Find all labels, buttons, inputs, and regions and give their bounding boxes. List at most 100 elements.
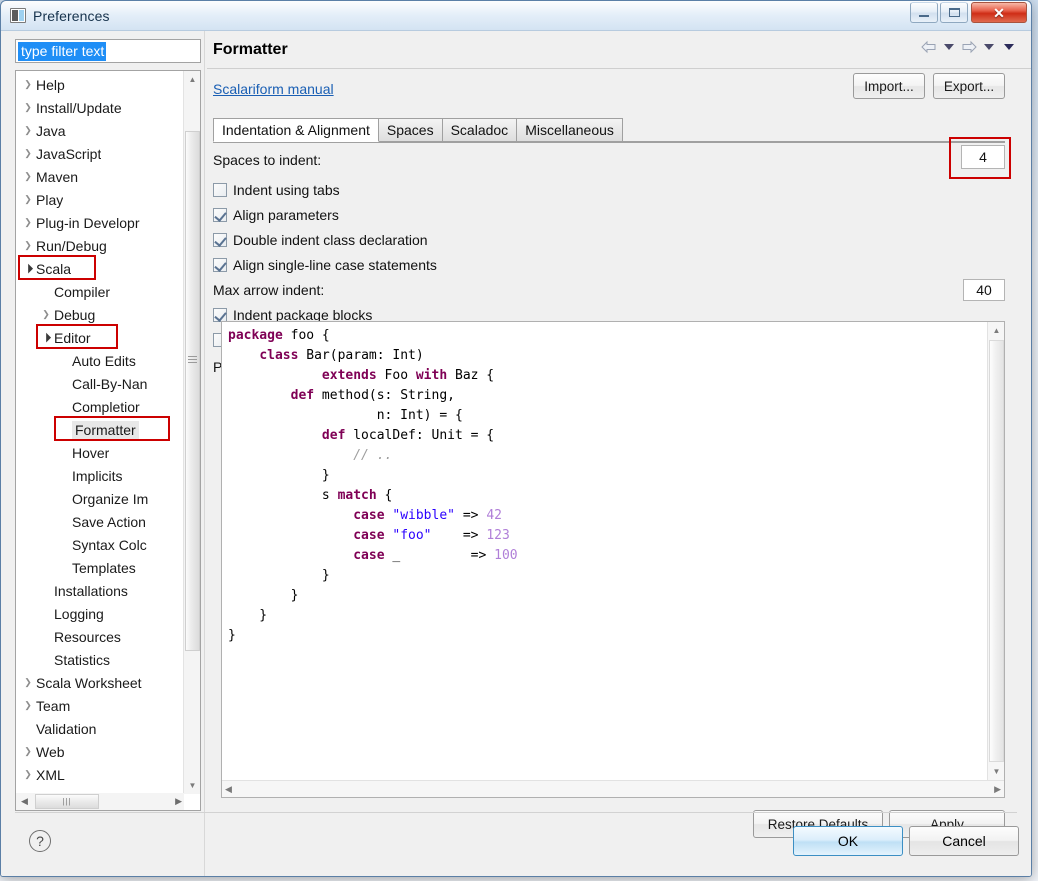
tree-hscroll-thumb[interactable]: |||: [35, 794, 99, 809]
scroll-left-icon[interactable]: ◀: [16, 796, 33, 807]
tree-item-organize-im[interactable]: Organize Im: [16, 487, 184, 510]
chevron-right-icon[interactable]: ❯: [22, 677, 34, 688]
forward-history-chevron-down-icon[interactable]: [984, 44, 994, 50]
tree-item-help[interactable]: ❯ Help: [16, 73, 184, 96]
tree-item-install-update[interactable]: ❯ Install/Update: [16, 96, 184, 119]
filter-input[interactable]: type filter text: [15, 39, 201, 63]
chevron-right-icon[interactable]: ❯: [22, 102, 34, 113]
tree-item-editor[interactable]: ◢ Editor: [16, 326, 184, 349]
tree-item-completior[interactable]: Completior: [16, 395, 184, 418]
checkbox-indent-using-tabs[interactable]: [213, 182, 227, 197]
checkbox-align-parameters[interactable]: [213, 207, 227, 222]
import-button[interactable]: Import...: [853, 73, 925, 99]
tab-indentation-alignment[interactable]: Indentation & Alignment: [213, 118, 379, 142]
tree-item-label: Implicits: [72, 467, 123, 484]
tree-item-save-action[interactable]: Save Action: [16, 510, 184, 533]
tree-item-templates[interactable]: Templates: [16, 556, 184, 579]
chevron-right-icon[interactable]: ❯: [22, 125, 34, 136]
page-header: Formatter: [207, 31, 1031, 69]
chevron-right-icon[interactable]: ❯: [22, 79, 34, 90]
preferences-dialog: Preferences ✕ type filter text ❯ Help ❯ Ins…: [0, 0, 1032, 877]
tree-item-debug[interactable]: ❯ Debug: [16, 303, 184, 326]
checkbox-row-indent-using-tabs[interactable]: Indent using tabs: [213, 177, 1005, 202]
view-menu-chevron-down-icon[interactable]: [1004, 44, 1014, 50]
tree-item-syntax-colc[interactable]: Syntax Colc: [16, 533, 184, 556]
chevron-down-icon[interactable]: ◢: [20, 260, 36, 276]
tree-item-label: Resources: [54, 628, 121, 645]
preview-scroll-down-icon[interactable]: ▼: [988, 763, 1004, 780]
preview-vertical-scrollbar[interactable]: ▲ ▼: [987, 322, 1004, 780]
checkbox-double-indent-class-declaration[interactable]: [213, 232, 227, 247]
tree-vertical-scrollbar[interactable]: ▲ ▼: [183, 71, 200, 794]
checkbox-indent-package-blocks[interactable]: [213, 307, 227, 322]
preview-scroll-right-icon[interactable]: ▶: [994, 784, 1001, 795]
tree-horizontal-scrollbar[interactable]: ◀ ||| ▶: [16, 793, 184, 810]
scroll-right-icon[interactable]: ▶: [175, 796, 182, 807]
tree-item-compiler[interactable]: Compiler: [16, 280, 184, 303]
export-button[interactable]: Export...: [933, 73, 1005, 99]
close-button[interactable]: ✕: [971, 2, 1027, 23]
tree-scroll-thumb[interactable]: [185, 131, 200, 651]
preview-scroll-up-icon[interactable]: ▲: [988, 322, 1004, 339]
scroll-down-icon[interactable]: ▼: [184, 777, 200, 794]
tab-miscellaneous[interactable]: Miscellaneous: [516, 118, 623, 142]
tree-item-plug-in-developr[interactable]: ❯ Plug-in Developr: [16, 211, 184, 234]
tree-item-validation[interactable]: Validation: [16, 717, 184, 740]
number-input-spaces-to-indent[interactable]: 4: [961, 145, 1005, 169]
checkbox-row-double-indent-class-declaration[interactable]: Double indent class declaration: [213, 227, 1005, 252]
checkbox-row-align-parameters[interactable]: Align parameters: [213, 202, 1005, 227]
checkbox-label: Align single-line case statements: [233, 256, 437, 273]
tree-item-scala[interactable]: ◢ Scala: [16, 257, 184, 280]
preview-horizontal-scrollbar[interactable]: ◀ ▶: [222, 780, 1004, 797]
tree-item-resources[interactable]: Resources: [16, 625, 184, 648]
tree-item-run-debug[interactable]: ❯ Run/Debug: [16, 234, 184, 257]
forward-arrow-icon[interactable]: [961, 40, 977, 54]
chevron-right-icon[interactable]: ❯: [22, 700, 34, 711]
chevron-right-icon[interactable]: ❯: [22, 240, 34, 251]
tree-item-maven[interactable]: ❯ Maven: [16, 165, 184, 188]
scroll-up-icon[interactable]: ▲: [184, 71, 200, 88]
tree-item-xml[interactable]: ❯ XML: [16, 763, 184, 786]
checkbox-row-align-single-line-case-statements[interactable]: Align single-line case statements: [213, 252, 1005, 277]
maximize-button[interactable]: [940, 2, 968, 23]
help-button[interactable]: ?: [29, 830, 51, 852]
tree-item-java[interactable]: ❯ Java: [16, 119, 184, 142]
chevron-down-icon[interactable]: ◢: [38, 329, 54, 345]
back-arrow-icon[interactable]: [921, 40, 937, 54]
scalariform-manual-link[interactable]: Scalariform manual: [213, 81, 334, 97]
tree-item-hover[interactable]: Hover: [16, 441, 184, 464]
preview-scroll-left-icon[interactable]: ◀: [225, 784, 232, 795]
tree-item-javascript[interactable]: ❯ JavaScript: [16, 142, 184, 165]
chevron-right-icon[interactable]: ❯: [22, 148, 34, 159]
checkbox-align-single-line-case-statements[interactable]: [213, 257, 227, 272]
tree-item-auto-edits[interactable]: Auto Edits: [16, 349, 184, 372]
minimize-button[interactable]: [910, 2, 938, 23]
chevron-right-icon[interactable]: ❯: [22, 217, 34, 228]
tree-item-web[interactable]: ❯ Web: [16, 740, 184, 763]
chevron-right-icon[interactable]: ❯: [22, 194, 34, 205]
tab-spaces[interactable]: Spaces: [377, 118, 443, 142]
ok-button[interactable]: OK: [793, 826, 903, 856]
number-input-max-arrow-indent[interactable]: 40: [963, 279, 1005, 301]
chevron-right-icon[interactable]: ❯: [22, 769, 34, 780]
tree-item-call-by-nan[interactable]: Call-By-Nan: [16, 372, 184, 395]
tree-item-statistics[interactable]: Statistics: [16, 648, 184, 671]
tree-item-logging[interactable]: Logging: [16, 602, 184, 625]
chevron-right-icon[interactable]: ❯: [40, 309, 52, 320]
tab-scaladoc[interactable]: Scaladoc: [441, 118, 518, 142]
dialog-titlebar: Preferences ✕: [1, 1, 1031, 31]
tree-item-team[interactable]: ❯ Team: [16, 694, 184, 717]
chevron-right-icon[interactable]: ❯: [22, 746, 34, 757]
cancel-button[interactable]: Cancel: [909, 826, 1019, 856]
back-history-chevron-down-icon[interactable]: [944, 44, 954, 50]
preview-scroll-thumb[interactable]: [989, 340, 1004, 762]
tree-item-scala-worksheet[interactable]: ❯ Scala Worksheet: [16, 671, 184, 694]
tree-item-installations[interactable]: Installations: [16, 579, 184, 602]
tree-item-formatter[interactable]: Formatter: [16, 418, 184, 441]
tree-item-play[interactable]: ❯ Play: [16, 188, 184, 211]
indentation-alignment-tab-panel: Spaces to indent: 4 Indent using tabs Align…: [213, 137, 1011, 798]
chevron-right-icon[interactable]: ❯: [22, 171, 34, 182]
tab-label: Miscellaneous: [525, 122, 614, 138]
number-row-max-arrow-indent: Max arrow indent: 40: [213, 277, 1005, 302]
tree-item-implicits[interactable]: Implicits: [16, 464, 184, 487]
